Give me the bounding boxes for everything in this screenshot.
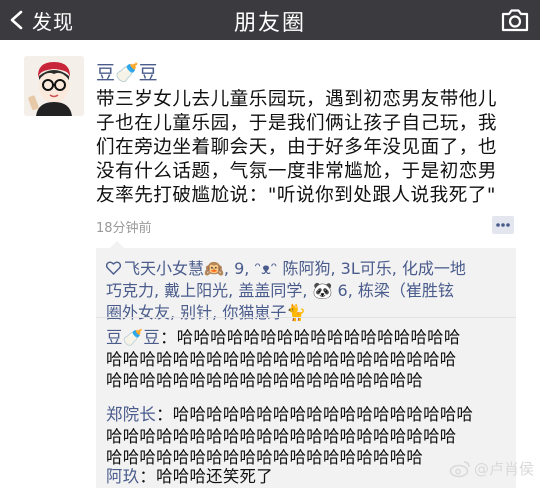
avatar-image <box>24 56 84 116</box>
post-content-line: 没有什么话题，气氛一度非常尴尬，于是初恋男 <box>96 161 497 182</box>
watermark: @卢肖侯 <box>449 458 534 479</box>
comment-text: ：哈哈哈还笑死了 <box>139 467 273 486</box>
comment-line: 哈哈哈哈哈哈哈哈哈哈哈哈哈哈哈哈哈哈哈 <box>106 371 424 390</box>
post-content: 带三岁女儿去儿童乐园玩，遇到初恋男友带他儿 子也在儿童乐园，于是我们俩让孩子自己… <box>96 88 516 208</box>
likes-line[interactable]: 巧克力, 戴上阳光, 盖盖同学, 🐼 6, 栋梁（崔胜铉 <box>106 280 511 302</box>
likes-line: 飞天小女慧🙉, 9, ᵔᴥᵔ 陈阿狗, 3L可乐, 化成一地 <box>106 258 511 280</box>
comment-author[interactable]: 豆🍼豆 <box>106 328 160 347</box>
likes-text[interactable]: 飞天小女慧🙉, 9, ᵔᴥᵔ 陈阿狗, 3L可乐, 化成一地 <box>124 259 466 278</box>
post-timestamp: 18分钟前 <box>96 221 152 236</box>
comment-line: 郑院长：哈哈哈哈哈哈哈哈哈哈哈哈哈哈哈哈哈哈 <box>106 404 511 426</box>
likes-list: 飞天小女慧🙉, 9, ᵔᴥᵔ 陈阿狗, 3L可乐, 化成一地 巧克力, 戴上阳光… <box>106 258 511 324</box>
comment-author[interactable]: 阿玖 <box>106 467 139 486</box>
avatar[interactable] <box>24 56 84 116</box>
weibo-logo-icon <box>449 460 470 477</box>
comment-author[interactable]: 郑院长 <box>106 405 156 424</box>
post-author-name[interactable]: 豆🍼豆 <box>96 58 158 85</box>
comment-line: 哈哈哈哈哈哈哈哈哈哈哈哈哈哈哈哈哈哈哈哈哈 <box>106 426 457 446</box>
comment-area: 飞天小女慧🙉, 9, ᵔᴥᵔ 陈阿狗, 3L可乐, 化成一地 巧克力, 戴上阳光… <box>96 241 516 488</box>
post-content-line: 带三岁女儿去儿童乐园玩，遇到初恋男友带他儿 <box>96 89 497 110</box>
comment-text: ：哈哈哈哈哈哈哈哈哈哈哈哈哈哈哈哈哈 <box>160 328 461 347</box>
likes-divider <box>96 317 516 318</box>
post-content-line: 友率先打破尴尬说："听说你到处跟人说我死了" <box>96 185 496 206</box>
post-content-line: 子也在儿童乐园，于是我们俩让孩子自己玩，我 <box>96 113 497 134</box>
watermark-text: @卢肖侯 <box>473 460 534 478</box>
likes-line[interactable]: 圈外女友, 别针, 你猫崽子🐈 <box>106 302 511 324</box>
camera-icon[interactable] <box>500 6 530 34</box>
heart-icon <box>106 261 121 275</box>
comment-line: 豆🍼豆：哈哈哈哈哈哈哈哈哈哈哈哈哈哈哈哈哈 <box>106 327 511 349</box>
top-navbar: 发现 朋友圈 <box>0 0 540 40</box>
comment-text: ：哈哈哈哈哈哈哈哈哈哈哈哈哈哈哈哈哈哈 <box>156 405 474 424</box>
post-content-line: 们在旁边坐着聊会天，由于好多年没见面了，也 <box>96 137 497 158</box>
page-title: 朋友圈 <box>233 11 306 36</box>
comment-more-icon[interactable] <box>492 216 514 234</box>
comment-item[interactable]: 豆🍼豆：哈哈哈哈哈哈哈哈哈哈哈哈哈哈哈哈哈 哈哈哈哈哈哈哈哈哈哈哈哈哈哈哈哈哈哈… <box>106 327 511 392</box>
moments-post: 豆🍼豆 带三岁女儿去儿童乐园玩，遇到初恋男友带他儿 子也在儿童乐园，于是我们俩让… <box>0 40 540 488</box>
comment-line: 哈哈哈哈哈哈哈哈哈哈哈哈哈哈哈哈哈哈哈哈哈 <box>106 349 457 369</box>
